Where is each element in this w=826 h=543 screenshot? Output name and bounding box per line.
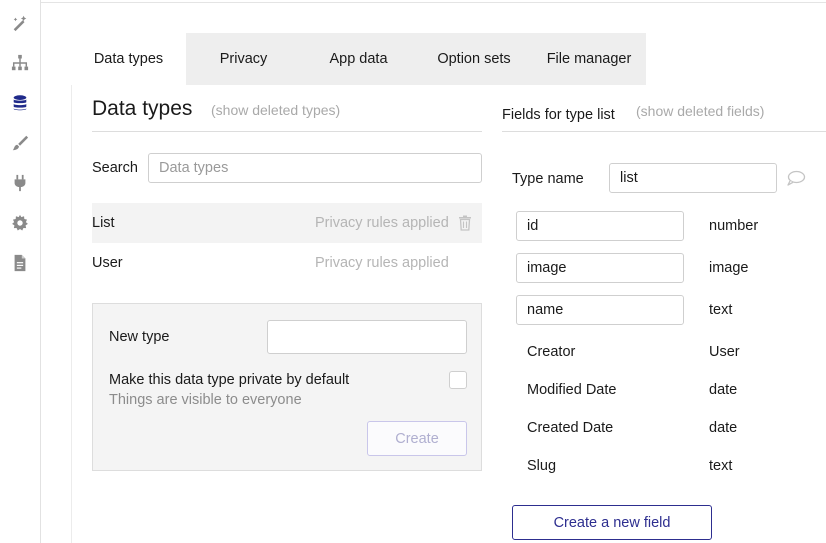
styles-icon[interactable] [10, 133, 30, 153]
show-deleted-fields-link[interactable]: (show deleted fields) [636, 103, 764, 119]
divider [502, 131, 826, 132]
data-icon[interactable] [10, 93, 30, 113]
new-type-box: New type Make this data type private by … [92, 303, 482, 471]
builtin-field-name: Creator [527, 344, 576, 360]
field-type: text [709, 302, 733, 318]
divider [92, 131, 482, 132]
field-name-input[interactable] [516, 295, 684, 325]
show-deleted-types-link[interactable]: (show deleted types) [211, 102, 340, 118]
top-border [40, 2, 826, 3]
field-type: number [709, 218, 759, 234]
privacy-rules-status: Privacy rules applied [315, 255, 449, 271]
builtin-field-name: Created Date [527, 420, 614, 436]
type-name-label: Type name [512, 171, 584, 187]
settings-icon[interactable] [10, 213, 30, 233]
privacy-rules-status: Privacy rules applied [315, 215, 449, 231]
search-input[interactable] [148, 153, 482, 183]
editor-sidebar [0, 0, 41, 543]
data-tabs: Data types Privacy App data Option sets … [71, 33, 646, 85]
comment-icon[interactable] [786, 169, 806, 187]
field-name-input[interactable] [516, 253, 684, 283]
tab-privacy[interactable]: Privacy [186, 33, 301, 85]
tab-file-manager[interactable]: File manager [532, 33, 646, 85]
visibility-note: Things are visible to everyone [109, 392, 302, 408]
field-type: image [709, 260, 749, 276]
tab-option-sets[interactable]: Option sets [416, 33, 532, 85]
data-type-name: List [92, 215, 115, 231]
data-type-row-list[interactable]: List Privacy rules applied [92, 203, 482, 243]
create-type-button[interactable]: Create [367, 421, 467, 456]
tab-data-types[interactable]: Data types [71, 33, 186, 85]
design-icon[interactable] [10, 13, 30, 33]
fields-title: Fields for type list [502, 107, 615, 123]
data-types-title: Data types [92, 97, 193, 120]
type-name-input[interactable] [609, 163, 777, 193]
search-label: Search [92, 160, 138, 176]
field-type: text [709, 458, 733, 474]
new-type-label: New type [109, 329, 170, 345]
field-type: date [709, 382, 738, 398]
private-by-default-label: Make this data type private by default [109, 372, 350, 388]
field-name-input[interactable] [516, 211, 684, 241]
private-by-default-checkbox[interactable] [449, 371, 467, 389]
builtin-field-name: Slug [527, 458, 557, 474]
plugins-icon[interactable] [10, 173, 30, 193]
data-type-name: User [92, 255, 123, 271]
trash-icon[interactable] [458, 215, 472, 231]
new-type-input[interactable] [267, 320, 467, 354]
logs-icon[interactable] [10, 253, 30, 273]
builtin-field-name: Modified Date [527, 382, 617, 398]
field-type: User [709, 344, 740, 360]
tab-app-data[interactable]: App data [301, 33, 416, 85]
field-type: date [709, 420, 738, 436]
data-type-row-user[interactable]: User Privacy rules applied [92, 243, 482, 283]
create-new-field-button[interactable]: Create a new field [512, 505, 712, 540]
workflow-icon[interactable] [10, 53, 30, 73]
